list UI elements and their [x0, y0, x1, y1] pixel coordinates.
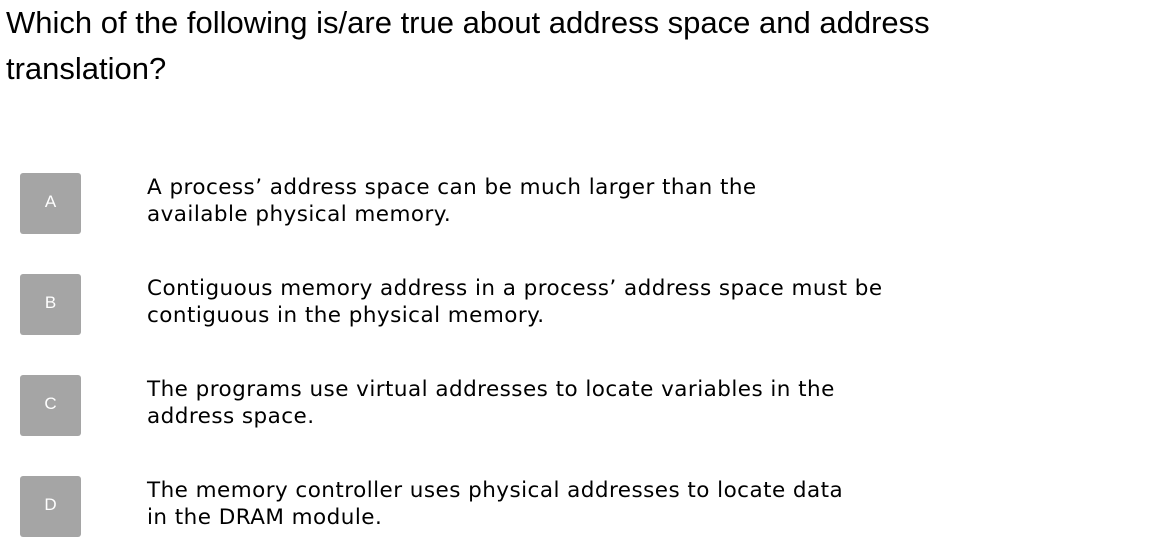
option-a-text: A process’ address space can be much lar… — [147, 174, 1157, 228]
option-b-text: Contiguous memory address in a process’ … — [147, 275, 1157, 329]
option-d-letter-button[interactable]: D — [20, 476, 81, 537]
option-d-text: The memory controller uses physical addr… — [147, 477, 1157, 531]
option-c-text: The programs use virtual addresses to lo… — [147, 376, 1157, 430]
option-b[interactable]: B Contiguous memory address in a process… — [0, 274, 1160, 336]
option-c-letter: C — [44, 393, 57, 413]
option-b-letter-button[interactable]: B — [20, 274, 81, 335]
option-a-letter-button[interactable]: A — [20, 173, 81, 234]
option-b-letter: B — [44, 292, 57, 312]
option-a-line-2: available physical memory. — [147, 202, 452, 227]
option-b-line-2: contiguous in the physical memory. — [147, 303, 545, 328]
option-a-line-1: A process’ address space can be much lar… — [147, 175, 757, 200]
option-c-line-1: The programs use virtual addresses to lo… — [147, 377, 835, 402]
option-c-line-2: address space. — [147, 404, 315, 429]
option-d[interactable]: D The memory controller uses physical ad… — [0, 476, 1160, 538]
option-d-line-2: in the DRAM module. — [147, 505, 383, 530]
option-a[interactable]: A A process’ address space can be much l… — [0, 173, 1160, 235]
option-d-line-1: The memory controller uses physical addr… — [147, 478, 844, 503]
answer-options: A A process’ address space can be much l… — [0, 0, 1160, 544]
option-a-letter: A — [44, 191, 57, 211]
option-d-letter: D — [44, 494, 57, 514]
option-b-line-1: Contiguous memory address in a process’ … — [147, 276, 883, 301]
option-c[interactable]: C The programs use virtual addresses to … — [0, 375, 1160, 437]
option-c-letter-button[interactable]: C — [20, 375, 81, 436]
